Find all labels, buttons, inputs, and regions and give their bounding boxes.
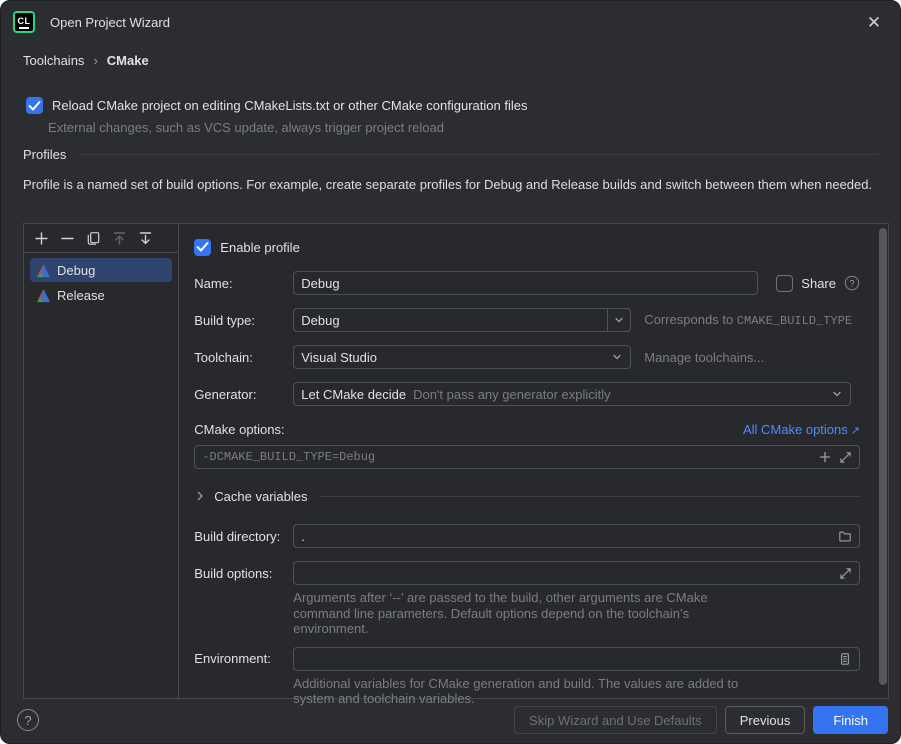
name-row: Name: Debug Share ? [194, 271, 860, 295]
name-input[interactable]: Debug [293, 271, 758, 295]
environment-row: Environment: [194, 647, 860, 671]
chevron-down-icon [611, 351, 623, 363]
variables-list-icon[interactable] [838, 652, 852, 666]
clion-logo-icon: CL [13, 11, 35, 33]
open-project-wizard-dialog: CL Open Project Wizard ✕ Toolchains › CM… [0, 0, 901, 744]
generator-placeholder: Don't pass any generator explicitly [413, 387, 831, 402]
profile-item-release[interactable]: Release [30, 283, 172, 307]
chevron-down-icon[interactable] [607, 309, 630, 331]
folder-icon[interactable] [838, 529, 852, 543]
all-cmake-options-link[interactable]: All CMake options↗ [743, 422, 860, 437]
profile-item-debug[interactable]: Debug [30, 258, 172, 282]
profiles-panel: Debug Release Enable profile [23, 223, 889, 699]
footer-bar: ? Skip Wizard and Use Defaults Previous … [1, 697, 900, 743]
build-directory-label: Build directory: [194, 529, 293, 544]
profiles-description: Profile is a named set of build options.… [23, 176, 880, 194]
name-label: Name: [194, 276, 293, 291]
cmake-options-label: CMake options: [194, 422, 284, 437]
toolchain-select[interactable]: Visual Studio [293, 345, 631, 369]
section-separator-line [78, 154, 878, 155]
reload-cmake-label: Reload CMake project on editing CMakeLis… [52, 98, 527, 113]
profile-list: Debug Release [24, 253, 178, 312]
share-label: Share [801, 276, 836, 291]
previous-button[interactable]: Previous [725, 706, 806, 734]
toolchain-label: Toolchain: [194, 350, 293, 365]
share-help-icon[interactable]: ? [844, 275, 860, 291]
build-directory-input[interactable]: . [293, 524, 860, 548]
generator-label: Generator: [194, 387, 293, 402]
cmake-options-header: CMake options: All CMake options↗ [194, 420, 860, 438]
profile-form: Enable profile Name: Debug Share ? Build [179, 224, 888, 698]
build-directory-row: Build directory: . [194, 524, 860, 548]
reload-cmake-row: Reload CMake project on editing CMakeLis… [26, 97, 527, 114]
build-type-row: Build type: Debug Corresponds to CMAKE_B… [194, 308, 860, 332]
share-checkbox[interactable] [776, 275, 793, 292]
window-title: Open Project Wizard [50, 15, 170, 30]
remove-profile-icon[interactable] [59, 230, 75, 246]
title-bar: CL Open Project Wizard ✕ [1, 1, 900, 43]
build-options-label: Build options: [194, 566, 293, 581]
copy-profile-icon[interactable] [85, 230, 101, 246]
expand-icon[interactable] [839, 567, 852, 580]
profile-item-label: Release [57, 288, 105, 303]
external-link-icon: ↗ [851, 425, 860, 437]
expand-icon[interactable] [839, 451, 852, 464]
add-profile-icon[interactable] [33, 230, 49, 246]
cmake-icon [36, 288, 51, 303]
breadcrumb: Toolchains › CMake [23, 53, 149, 68]
profile-list-pane: Debug Release [24, 224, 179, 698]
profiles-section-header: Profiles [23, 147, 878, 162]
close-icon[interactable]: ✕ [864, 14, 884, 31]
enable-profile-row: Enable profile [194, 237, 860, 257]
finish-button[interactable]: Finish [813, 706, 888, 734]
cmake-icon [36, 263, 51, 278]
help-icon[interactable]: ? [17, 709, 39, 731]
environment-label: Environment: [194, 651, 293, 666]
profiles-section-title: Profiles [23, 147, 66, 162]
enable-profile-checkbox[interactable] [194, 239, 211, 256]
build-options-row: Build options: [194, 561, 860, 585]
breadcrumb-separator-icon: › [93, 53, 97, 68]
section-separator-line [320, 496, 860, 497]
generator-select[interactable]: Let CMake decide Don't pass any generato… [293, 382, 851, 406]
build-type-label: Build type: [194, 313, 293, 328]
generator-row: Generator: Let CMake decide Don't pass a… [194, 382, 860, 406]
share-wrap: Share ? [776, 275, 860, 292]
profile-list-toolbar [24, 224, 178, 253]
breadcrumb-toolchains[interactable]: Toolchains [23, 53, 84, 68]
cmake-options-input[interactable]: -DCMAKE_BUILD_TYPE=Debug [194, 445, 860, 469]
svg-text:?: ? [849, 278, 854, 288]
profile-item-label: Debug [57, 263, 95, 278]
reload-cmake-checkbox[interactable] [26, 97, 43, 114]
build-options-hint: Arguments after ‘--’ are passed to the b… [293, 590, 765, 637]
build-options-input[interactable] [293, 561, 860, 585]
breadcrumb-cmake: CMake [107, 53, 149, 68]
manage-toolchains-link[interactable]: Manage toolchains... [644, 350, 764, 365]
cache-variables-row[interactable]: Cache variables [194, 486, 860, 506]
add-option-icon[interactable] [818, 450, 832, 464]
skip-wizard-button[interactable]: Skip Wizard and Use Defaults [514, 706, 717, 734]
reload-cmake-hint: External changes, such as VCS update, al… [48, 120, 444, 135]
chevron-right-icon [194, 490, 206, 502]
environment-input[interactable] [293, 647, 860, 671]
move-down-icon[interactable] [137, 230, 153, 246]
build-type-hint: Corresponds to CMAKE_BUILD_TYPE [644, 312, 852, 328]
move-up-icon[interactable] [111, 230, 127, 246]
chevron-down-icon [831, 388, 843, 400]
scrollbar-thumb[interactable] [879, 228, 887, 685]
cache-variables-label: Cache variables [214, 489, 307, 504]
toolchain-row: Toolchain: Visual Studio Manage toolchai… [194, 345, 860, 369]
enable-profile-label: Enable profile [220, 240, 300, 255]
build-type-select[interactable]: Debug [293, 308, 631, 332]
